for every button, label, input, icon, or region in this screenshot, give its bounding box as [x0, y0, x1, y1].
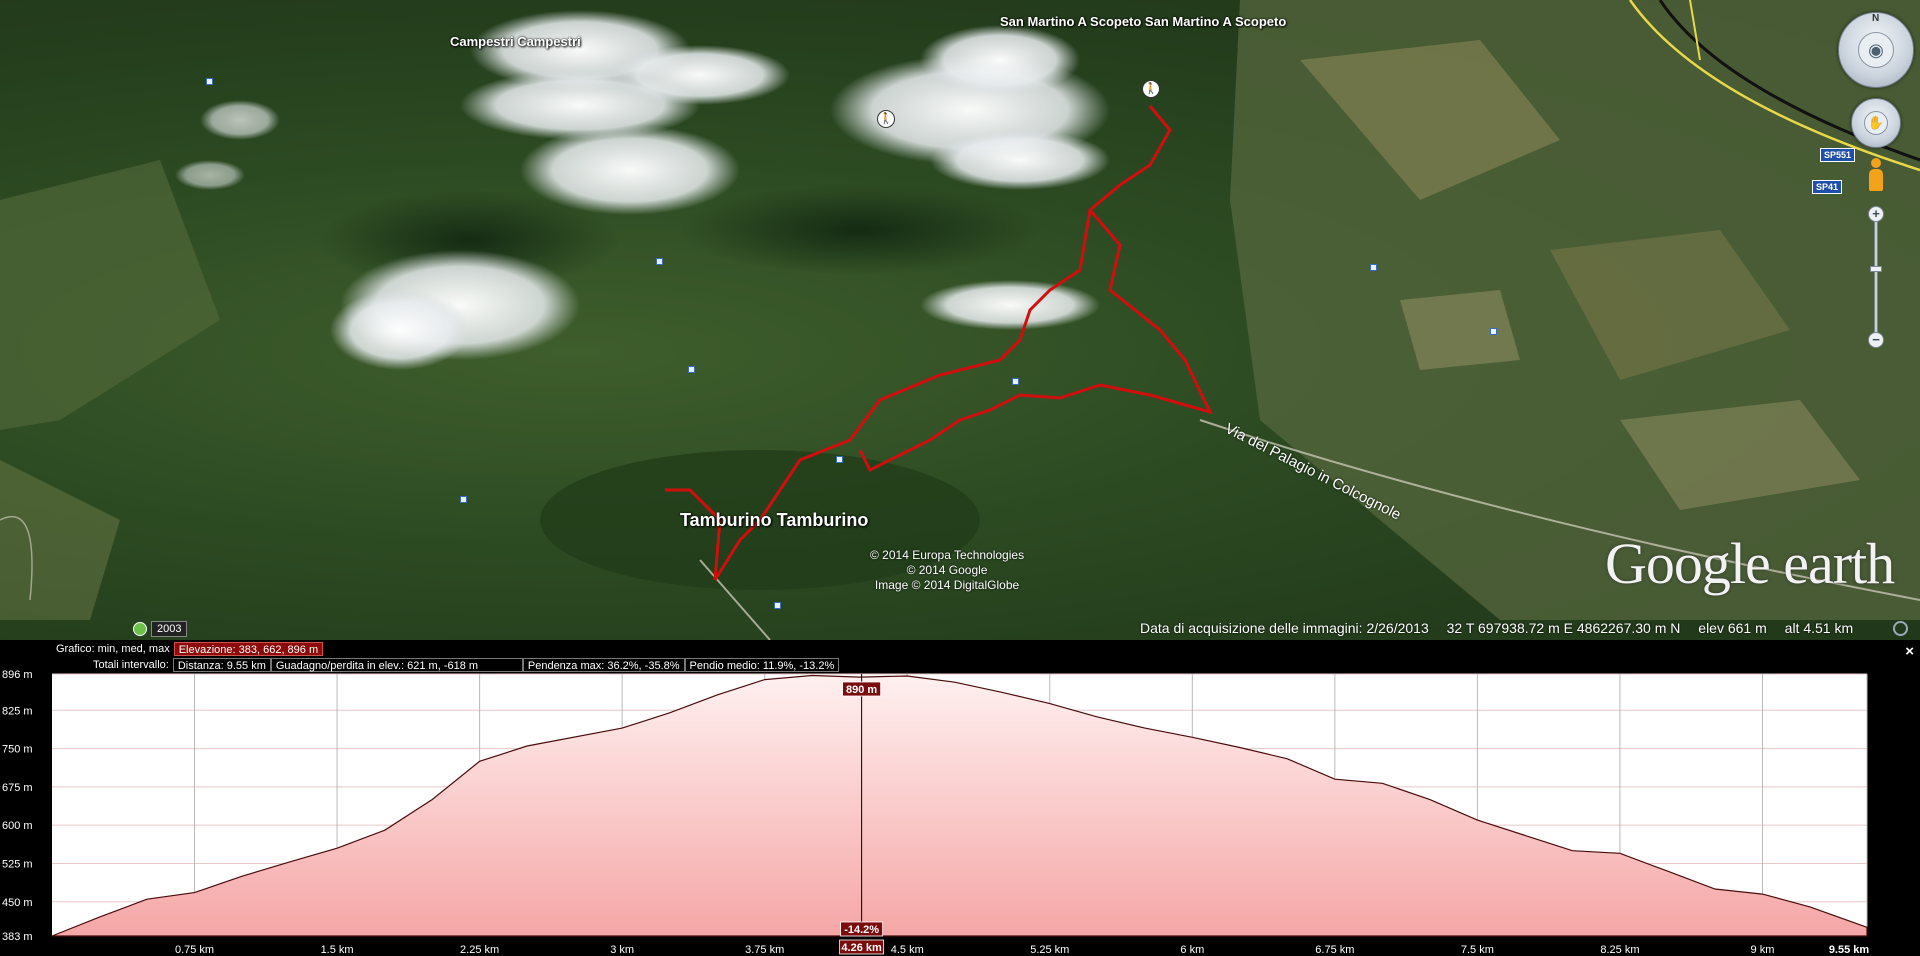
x-tick-label: 3.75 km: [745, 944, 784, 956]
place-label-san-martino[interactable]: San Martino A Scopeto San Martino A Scop…: [1000, 14, 1286, 29]
hand-icon[interactable]: ✋: [1864, 111, 1888, 135]
poi-marker-icon[interactable]: [656, 258, 663, 265]
cursor-elevation: elev 661 m: [1698, 620, 1767, 636]
x-tick-label: 2.25 km: [460, 944, 499, 956]
place-label-campestri[interactable]: Campestri Campestri: [450, 34, 581, 49]
poi-marker-icon[interactable]: [1370, 264, 1377, 271]
x-tick-label: 6 km: [1180, 944, 1204, 956]
x-tick-label: 5.25 km: [1030, 944, 1069, 956]
cursor-coordinates: 32 T 697938.72 m E 4862267.30 m N: [1446, 620, 1681, 636]
compass-north-label[interactable]: N: [1872, 13, 1879, 24]
imagery-date: Data di acquisizione delle immagini: 2/2…: [1140, 620, 1429, 636]
y-tick-label: 750 m: [2, 744, 33, 756]
poi-marker-icon[interactable]: [688, 366, 695, 373]
x-tick-label: 4.5 km: [891, 944, 924, 956]
eye-altitude: alt 4.51 km: [1784, 620, 1854, 636]
zoom-slider[interactable]: + −: [1866, 206, 1886, 348]
poi-marker-icon[interactable]: [1490, 328, 1497, 335]
streaming-status-icon: [1893, 621, 1908, 636]
cursor-slope-label: -14.2%: [844, 924, 879, 936]
y-tick-label: 600 m: [2, 820, 33, 832]
move-control[interactable]: ✋: [1851, 98, 1901, 148]
place-label-tamburino[interactable]: Tamburino Tamburino: [680, 510, 868, 531]
zoom-knob[interactable]: [1870, 266, 1882, 272]
x-tick-label: 9 km: [1751, 944, 1775, 956]
y-tick-label: 450 m: [2, 897, 33, 909]
poi-marker-icon[interactable]: [206, 78, 213, 85]
zoom-out-icon[interactable]: −: [1868, 332, 1884, 348]
elevation-profile-panel[interactable]: Grafico: min, med, max Elevazione: 383, …: [0, 640, 1920, 956]
x-tick-label: 6.75 km: [1315, 944, 1354, 956]
imagery-copyright: © 2014 Europa Technologies © 2014 Google…: [870, 548, 1025, 592]
clock-icon[interactable]: [133, 622, 147, 636]
y-tick-label: 525 m: [2, 858, 33, 870]
poi-marker-icon[interactable]: [460, 496, 467, 503]
road-shield-sp41: SP41: [1812, 180, 1843, 194]
hiker-icon[interactable]: 🚶: [877, 110, 895, 128]
elevation-chart[interactable]: 896 m 825 m 750 m 675 m 600 m 525 m 450 m 383 m…: [0, 640, 1920, 956]
x-tick-label: 8.25 km: [1600, 944, 1639, 956]
status-bar: Data di acquisizione delle immagini: 2/2…: [1140, 620, 1867, 636]
x-tick-label: 1.5 km: [321, 944, 354, 956]
y-tick-label: 825 m: [2, 705, 33, 717]
poi-marker-icon[interactable]: [774, 602, 781, 609]
x-tick-label: 3 km: [610, 944, 634, 956]
x-tick-label: 7.5 km: [1461, 944, 1494, 956]
globe-view[interactable]: Campestri Campestri San Martino A Scopet…: [0, 0, 1920, 640]
cursor-elevation-label: 890 m: [846, 684, 877, 696]
y-tick-label: 896 m: [2, 669, 33, 681]
y-tick-label: 675 m: [2, 782, 33, 794]
hiker-icon[interactable]: 🚶: [1142, 80, 1160, 98]
historical-imagery-badge[interactable]: 2003: [133, 621, 188, 637]
road-shield-sp551: SP551: [1820, 148, 1856, 162]
google-earth-logo: Google earth: [1605, 531, 1895, 596]
eye-icon[interactable]: ◉: [1858, 32, 1894, 68]
cursor-distance-label: 4.26 km: [841, 942, 882, 954]
street-view-pegman-icon[interactable]: [1868, 158, 1884, 192]
x-tick-label: 9.55 km: [1829, 944, 1870, 956]
poi-marker-icon[interactable]: [1012, 378, 1019, 385]
historical-year: 2003: [151, 621, 188, 637]
zoom-in-icon[interactable]: +: [1868, 206, 1884, 222]
poi-marker-icon[interactable]: [836, 456, 843, 463]
x-tick-label: 0.75 km: [175, 944, 214, 956]
y-tick-label: 383 m: [2, 931, 33, 943]
